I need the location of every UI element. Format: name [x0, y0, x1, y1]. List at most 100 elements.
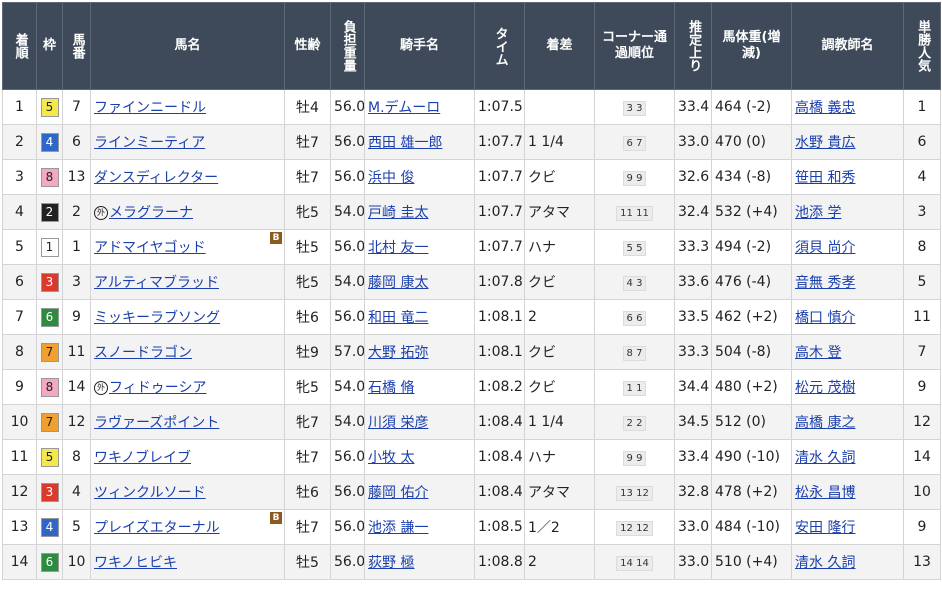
waku-badge: 4	[40, 517, 59, 537]
jockey-link[interactable]: 石橋 脩	[368, 380, 414, 396]
horse-name-link[interactable]: ワキノブレイブ	[94, 450, 191, 466]
sex-age-cell: 牡7	[284, 159, 331, 195]
blinker-icon: B	[270, 512, 282, 524]
jockey-link[interactable]: 西田 雄一郎	[368, 135, 442, 151]
corner-cell: 14 14	[594, 544, 675, 580]
horse-name-link[interactable]: ダンスディレクター	[94, 170, 218, 186]
last3f-cell: 33.0	[674, 544, 712, 580]
waku-badge: 3	[40, 482, 59, 502]
horse-name-link[interactable]: ミッキーラブソング	[94, 310, 220, 326]
header-margin: 着差	[524, 2, 595, 90]
table-row: 4 2 2 外メラグラーナ 牝5 54.0 戸崎 圭太 1:07.7 アタマ 11 11 32.4 5…	[2, 194, 941, 230]
horse-name-cell: アルティマブラッド	[90, 264, 285, 300]
waku-cell: 8	[36, 369, 63, 405]
horse-name-link[interactable]: プレイズエターナル	[94, 520, 220, 536]
trainer-link[interactable]: 笹田 和秀	[795, 170, 855, 186]
jockey-link[interactable]: 大野 拓弥	[368, 345, 428, 361]
margin-cell	[524, 89, 595, 125]
bodyweight-cell: 490 (-10)	[711, 439, 792, 475]
last3f-cell: 33.0	[674, 124, 712, 160]
time-cell: 1:08.5	[474, 509, 525, 545]
last3f-cell: 33.6	[674, 264, 712, 300]
waku-cell: 3	[36, 264, 63, 300]
trainer-cell: 清水 久詞	[791, 439, 904, 475]
horse-number-cell: 6	[62, 124, 91, 160]
results-body: 1 5 7 ファインニードル 牡4 56.0 M.デムーロ 1:07.5 3 3 33.4 464 …	[2, 89, 941, 580]
horse-name-link[interactable]: ツィンクルソード	[94, 485, 206, 501]
horse-name-link[interactable]: スノードラゴン	[94, 345, 192, 361]
waku-cell: 8	[36, 159, 63, 195]
trainer-link[interactable]: 高橋 康之	[795, 415, 855, 431]
margin-cell: クビ	[524, 159, 595, 195]
time-cell: 1:07.5	[474, 89, 525, 125]
weight-cell: 56.0	[330, 474, 365, 510]
corner-cell: 9 9	[594, 159, 675, 195]
jockey-cell: 池添 謙一	[364, 509, 475, 545]
header-weight: 負担重量	[330, 2, 365, 90]
sex-age-cell: 牡5	[284, 544, 331, 580]
bodyweight-cell: 480 (+2)	[711, 369, 792, 405]
trainer-link[interactable]: 清水 久詞	[795, 555, 855, 571]
jockey-link[interactable]: 池添 謙一	[368, 520, 428, 536]
bodyweight-cell: 512 (0)	[711, 404, 792, 440]
header-row: 着順 枠 馬番 馬名 性齢 負担重量 騎手名 タイム 着差 コーナー通過順位 推…	[2, 2, 941, 90]
header-time: タイム	[474, 2, 525, 90]
trainer-link[interactable]: 松元 茂樹	[795, 380, 855, 396]
rank-cell: 14	[2, 544, 37, 580]
bodyweight-cell: 504 (-8)	[711, 334, 792, 370]
jockey-link[interactable]: 小牧 太	[368, 450, 414, 466]
trainer-cell: 須貝 尚介	[791, 229, 904, 265]
trainer-link[interactable]: 池添 学	[795, 205, 841, 221]
jockey-link[interactable]: 北村 友一	[368, 240, 428, 256]
waku-badge: 6	[40, 307, 59, 327]
trainer-link[interactable]: 高木 登	[795, 345, 841, 361]
trainer-link[interactable]: 橋口 慎介	[795, 310, 855, 326]
popularity-cell: 4	[903, 159, 941, 195]
jockey-link[interactable]: M.デムーロ	[368, 100, 440, 116]
waku-badge: 7	[40, 342, 59, 362]
sex-age-cell: 牡4	[284, 89, 331, 125]
jockey-link[interactable]: 浜中 俊	[368, 170, 414, 186]
jockey-link[interactable]: 川須 栄彦	[368, 415, 428, 431]
time-cell: 1:08.1	[474, 299, 525, 335]
horse-number-cell: 11	[62, 334, 91, 370]
weight-cell: 56.0	[330, 89, 365, 125]
horse-name-link[interactable]: アドマイヤゴッド	[94, 240, 206, 256]
corner-cell: 8 7	[594, 334, 675, 370]
trainer-link[interactable]: 安田 隆行	[795, 520, 855, 536]
rank-cell: 13	[2, 509, 37, 545]
trainer-link[interactable]: 音無 秀孝	[795, 275, 855, 291]
trainer-link[interactable]: 高橋 義忠	[795, 100, 855, 116]
trainer-link[interactable]: 須貝 尚介	[795, 240, 855, 256]
jockey-link[interactable]: 和田 竜二	[368, 310, 428, 326]
popularity-cell: 13	[903, 544, 941, 580]
rank-cell: 6	[2, 264, 37, 300]
bodyweight-cell: 494 (-2)	[711, 229, 792, 265]
trainer-link[interactable]: 清水 久詞	[795, 450, 855, 466]
jockey-link[interactable]: 藤岡 康太	[368, 275, 428, 291]
horse-name-link[interactable]: ワキノヒビキ	[94, 555, 177, 571]
jockey-link[interactable]: 藤岡 佑介	[368, 485, 428, 501]
table-row: 9 8 14 外フィドゥーシア 牝5 54.0 石橋 脩 1:08.2 クビ 1 1 34.4 480…	[2, 369, 941, 405]
waku-cell: 7	[36, 404, 63, 440]
horse-name-link[interactable]: ファインニードル	[94, 100, 206, 116]
rank-cell: 7	[2, 299, 37, 335]
waku-badge: 8	[40, 377, 59, 397]
jockey-cell: 戸崎 圭太	[364, 194, 475, 230]
corner-badge: 13 12	[616, 485, 653, 501]
horse-name-link[interactable]: ラヴァーズポイント	[94, 415, 219, 431]
last3f-cell: 33.4	[674, 89, 712, 125]
corner-badge: 1 1	[622, 380, 647, 396]
trainer-link[interactable]: 松永 昌博	[795, 485, 855, 501]
popularity-cell: 7	[903, 334, 941, 370]
jockey-link[interactable]: 戸崎 圭太	[368, 205, 428, 221]
horse-name-link[interactable]: メラグラーナ	[109, 205, 193, 221]
corner-badge: 3 3	[622, 100, 647, 116]
jockey-link[interactable]: 荻野 極	[368, 555, 414, 571]
horse-name-link[interactable]: アルティマブラッド	[94, 275, 219, 291]
horse-number-cell: 12	[62, 404, 91, 440]
trainer-link[interactable]: 水野 貴広	[795, 135, 855, 151]
sex-age-cell: 牝5	[284, 369, 331, 405]
horse-name-link[interactable]: フィドゥーシア	[109, 380, 206, 396]
horse-name-link[interactable]: ラインミーティア	[94, 135, 205, 151]
